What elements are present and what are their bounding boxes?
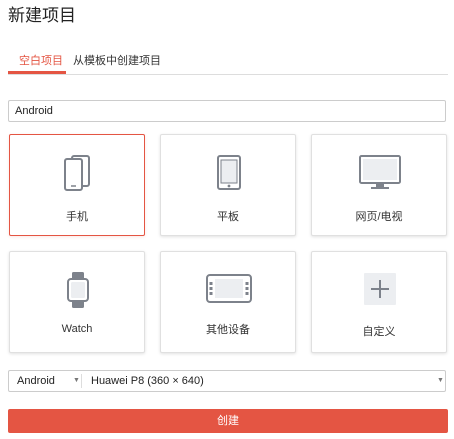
device-card-web-tv[interactable]: 网页/电视	[311, 134, 447, 236]
device-card-label: 其他设备	[206, 324, 250, 336]
create-button[interactable]: 创建	[8, 409, 448, 433]
select-divider	[81, 374, 82, 388]
device-card-phone[interactable]: 手机	[9, 134, 145, 236]
device-card-label: 网页/电视	[355, 211, 403, 223]
chevron-down-icon: ▼	[73, 377, 80, 384]
monitor-icon	[359, 155, 401, 189]
page-title: 新建项目	[8, 6, 76, 25]
platform-select-value: Android	[17, 375, 55, 387]
tablet-icon	[217, 155, 241, 190]
device-select-bar: Android ▼ Huawei P8 (360 × 640) ▼	[8, 370, 446, 392]
device-card-label: Watch	[61, 323, 93, 335]
active-tab-indicator	[8, 71, 66, 74]
device-card-label: 平板	[217, 211, 239, 223]
device-model-select[interactable]: Huawei P8 (360 × 640) ▼	[91, 371, 444, 391]
device-model-select-value: Huawei P8 (360 × 640)	[91, 375, 204, 387]
tab-blank-project[interactable]: 空白项目	[19, 54, 63, 68]
device-card-custom[interactable]: 自定义	[311, 251, 447, 353]
other-device-icon	[206, 274, 252, 303]
plus-icon	[364, 273, 396, 305]
project-name-input[interactable]	[8, 100, 446, 122]
chevron-down-icon: ▼	[437, 377, 444, 384]
platform-select[interactable]: Android ▼	[17, 371, 80, 391]
device-card-tablet[interactable]: 平板	[160, 134, 296, 236]
device-card-label: 手机	[66, 211, 88, 223]
tab-from-template[interactable]: 从模板中创建项目	[73, 54, 161, 68]
device-card-other[interactable]: 其他设备	[160, 251, 296, 353]
tab-bar: 空白项目 从模板中创建项目	[8, 48, 448, 75]
watch-icon	[67, 272, 89, 308]
device-card-label: 自定义	[362, 326, 396, 338]
device-card-watch[interactable]: Watch	[9, 251, 145, 353]
phone-icon	[64, 155, 90, 191]
